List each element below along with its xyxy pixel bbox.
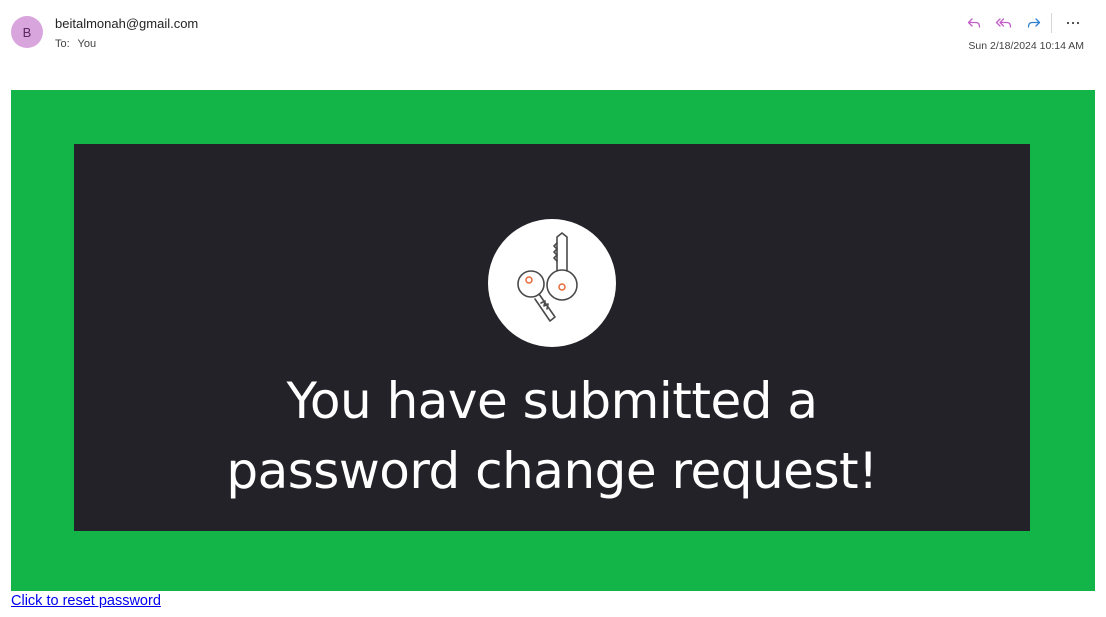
more-icon: [1066, 21, 1080, 25]
actions-divider: [1051, 13, 1052, 33]
sender-avatar[interactable]: B: [11, 16, 43, 48]
sender-address[interactable]: beitalmonah@gmail.com: [55, 16, 198, 31]
headline-line-1: You have submitted a: [286, 372, 818, 430]
banner-headline: You have submitted a password change req…: [74, 366, 1030, 506]
recipient-name[interactable]: You: [78, 38, 97, 50]
keys-icon: [517, 232, 578, 322]
email-header: B beitalmonah@gmail.com To: You Sun 2/18…: [0, 0, 1106, 90]
reply-all-button[interactable]: [989, 12, 1019, 34]
more-actions-button[interactable]: [1058, 12, 1088, 34]
reply-all-icon: [995, 18, 1012, 28]
forward-icon: [1027, 18, 1041, 28]
banner-panel: You have submitted a password change req…: [74, 144, 1030, 531]
reply-icon: [967, 18, 981, 28]
forward-button[interactable]: [1019, 12, 1049, 34]
recipient-line: To: You: [55, 38, 96, 50]
keys-badge: [488, 219, 616, 347]
to-label: To:: [55, 38, 70, 50]
reset-password-link[interactable]: Click to reset password: [11, 593, 161, 609]
reply-button[interactable]: [959, 12, 989, 34]
message-actions: [959, 12, 1088, 34]
headline-line-2: password change request!: [226, 442, 878, 500]
message-timestamp: Sun 2/18/2024 10:14 AM: [968, 40, 1084, 52]
email-banner: You have submitted a password change req…: [11, 90, 1095, 591]
